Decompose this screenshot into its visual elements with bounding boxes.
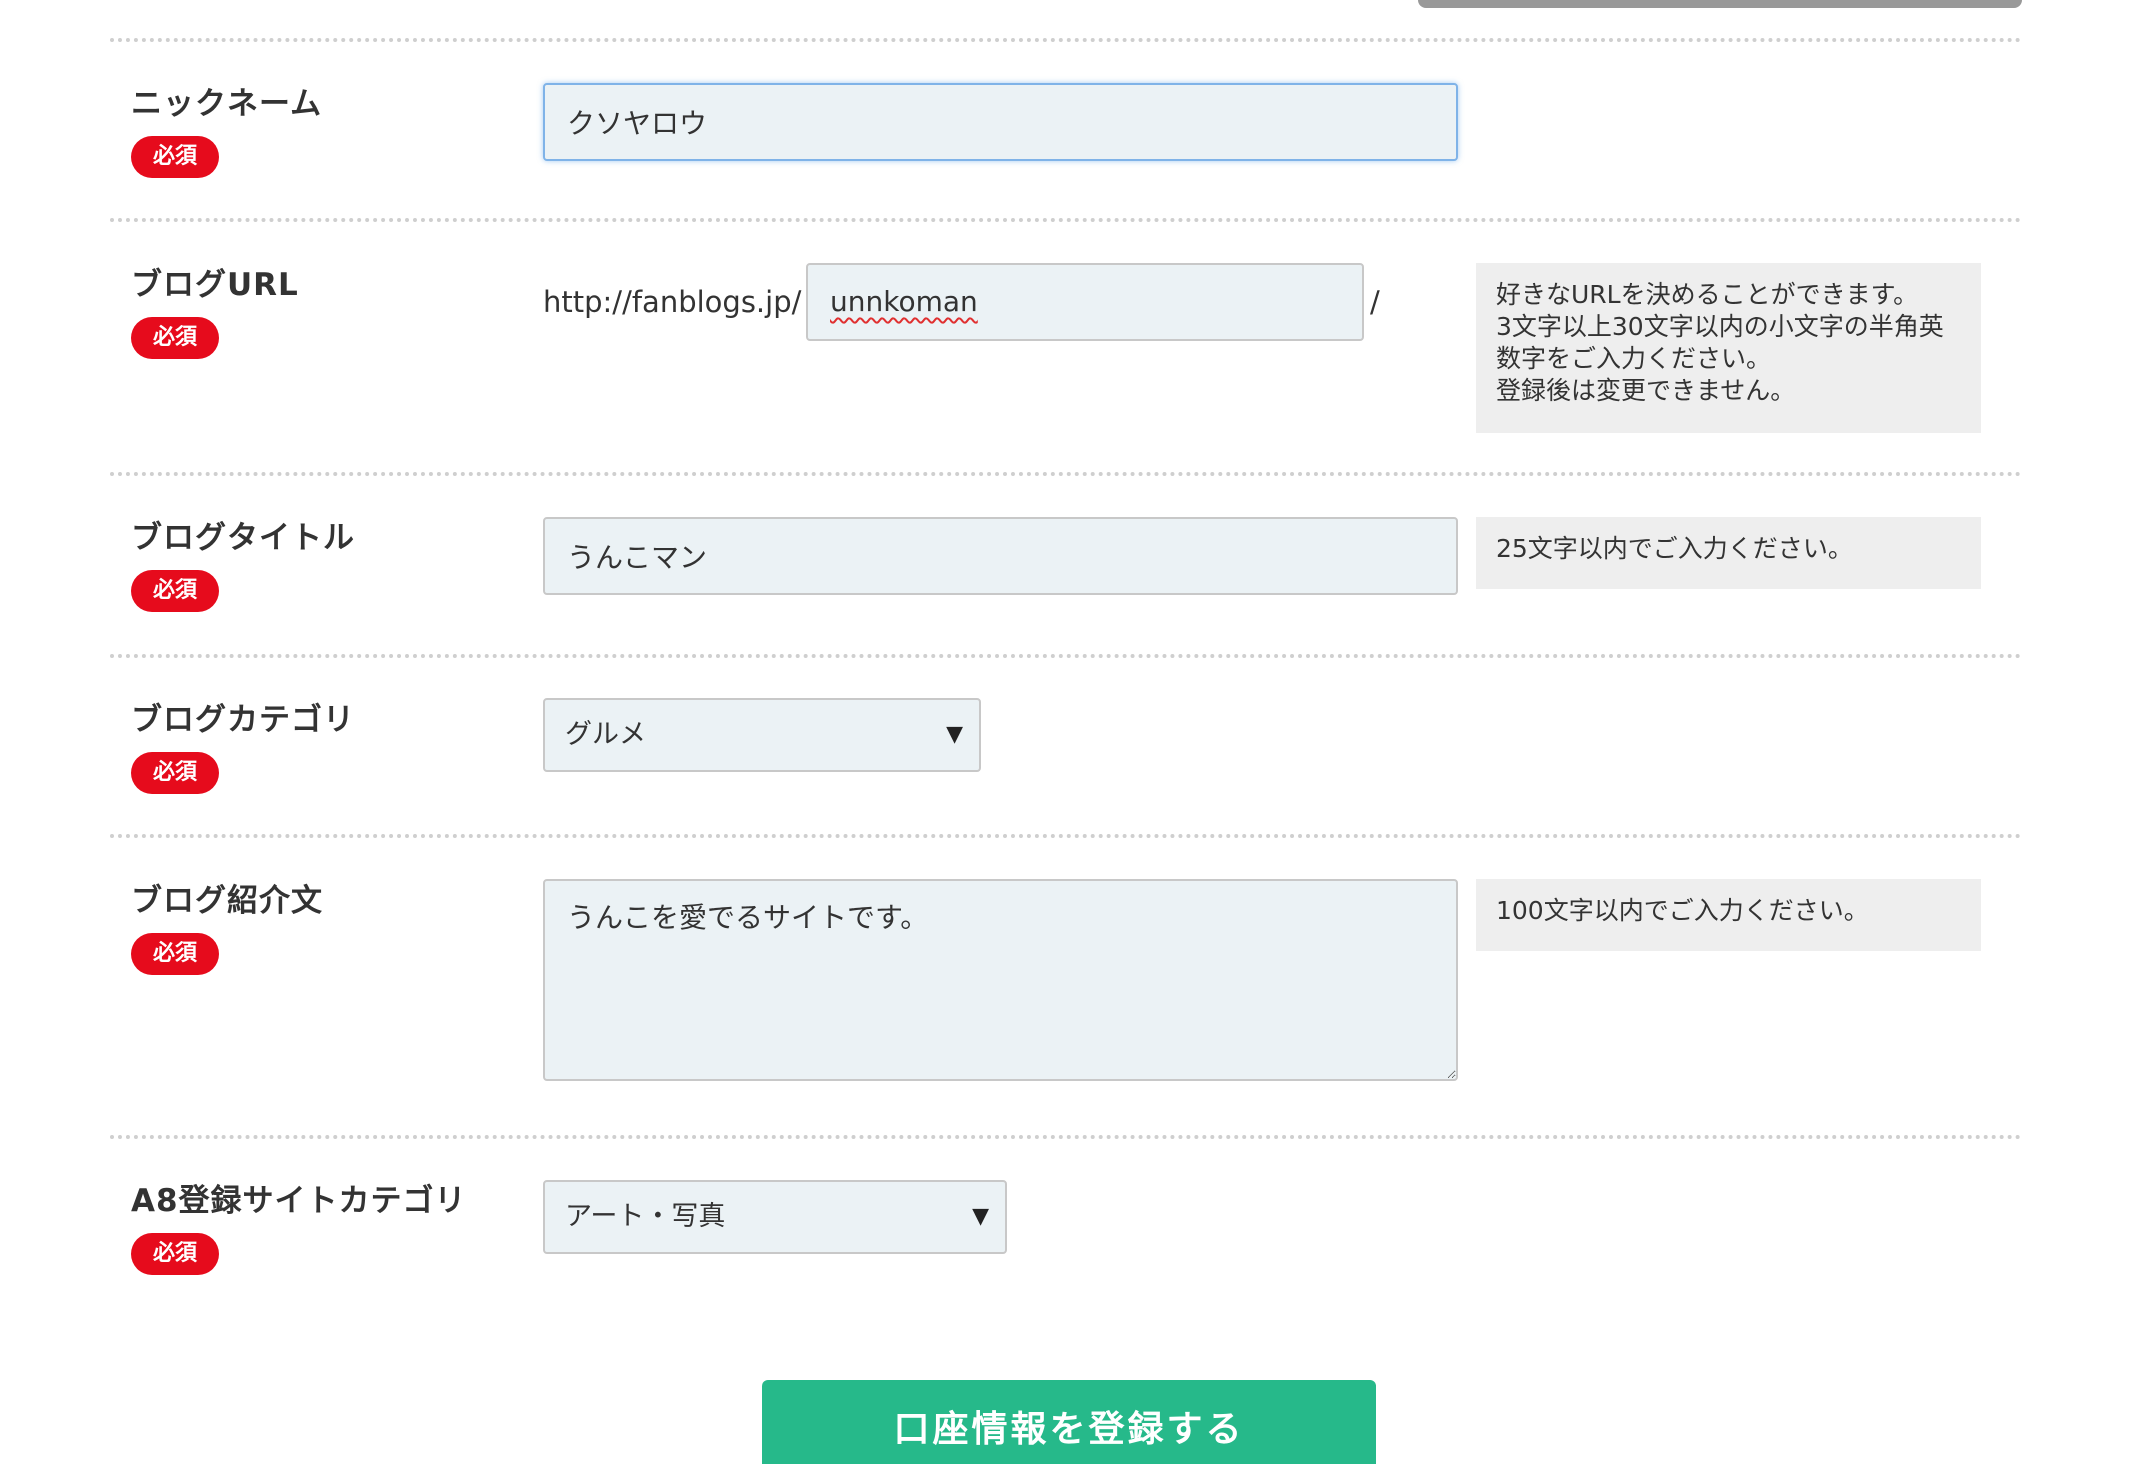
required-badge: 必須 [131, 317, 219, 359]
blog-category-select[interactable]: グルメ ▼ [543, 698, 981, 772]
dropdown-arrow-icon: ▼ [946, 722, 963, 747]
dropdown-arrow-icon: ▼ [972, 1204, 989, 1229]
blog-title-input[interactable] [543, 517, 1458, 595]
row-divider [110, 38, 2022, 42]
required-badge: 必須 [131, 570, 219, 612]
blog-category-selected: グルメ [565, 719, 646, 750]
a8-category-selected: アート・写真 [565, 1201, 726, 1232]
blog-url-input[interactable]: unnkoman [806, 263, 1364, 341]
blog-url-help: 好きなURLを決めることができます。 3文字以上30文字以内の小文字の半角英 数… [1476, 263, 1981, 433]
blog-intro-label: ブログ紹介文 [131, 883, 323, 919]
blog-title-label: ブログタイトル [131, 520, 355, 556]
blog-category-label: ブログカテゴリ [131, 702, 355, 738]
a8-category-label: A8登録サイトカテゴリ [131, 1183, 467, 1219]
row-divider [110, 218, 2022, 222]
register-account-button[interactable]: 口座情報を登録する [762, 1380, 1376, 1464]
nickname-input[interactable] [543, 83, 1458, 161]
row-divider [110, 1135, 2022, 1139]
row-divider [110, 472, 2022, 476]
registration-form: ニックネーム 必須 ブログURL 必須 http://fanblogs.jp/ … [0, 0, 2140, 1464]
required-badge: 必須 [131, 752, 219, 794]
blog-url-label: ブログURL [131, 267, 299, 303]
blog-url-prefix: http://fanblogs.jp/ [543, 285, 802, 319]
nickname-label: ニックネーム [131, 86, 323, 122]
blog-url-value: unnkoman [830, 285, 978, 318]
required-badge: 必須 [131, 1233, 219, 1275]
required-badge: 必須 [131, 933, 219, 975]
blog-intro-textarea[interactable]: うんこを愛でるサイトです。 [543, 879, 1458, 1081]
blog-intro-help: 100文字以内でご入力ください。 [1476, 879, 1981, 951]
top-bar-remnant [1418, 0, 2022, 8]
blog-url-suffix: / [1370, 285, 1380, 319]
blog-title-help: 25文字以内でご入力ください。 [1476, 517, 1981, 589]
row-divider [110, 654, 2022, 658]
a8-category-select[interactable]: アート・写真 ▼ [543, 1180, 1007, 1254]
row-divider [110, 834, 2022, 838]
required-badge: 必須 [131, 136, 219, 178]
